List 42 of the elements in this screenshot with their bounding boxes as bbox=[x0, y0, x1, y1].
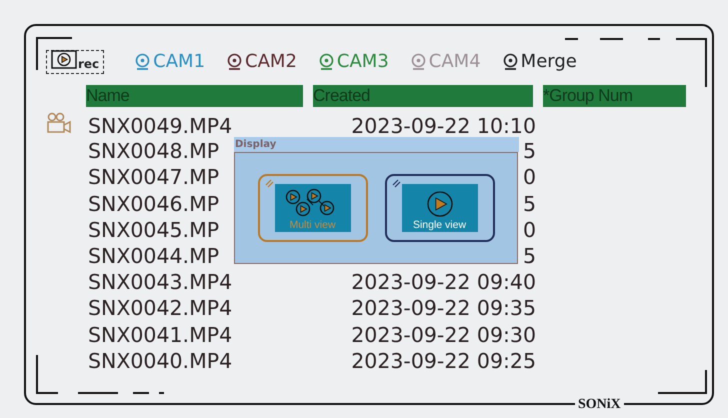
webcam-icon bbox=[502, 52, 519, 70]
video-play-icon bbox=[51, 50, 77, 70]
file-name: SNX0049.MP4 bbox=[88, 114, 232, 138]
column-header: Created bbox=[313, 85, 533, 107]
record-button[interactable]: rec bbox=[46, 50, 104, 74]
column-header: Name bbox=[86, 85, 303, 107]
file-name: SNX0043.MP4 bbox=[88, 270, 232, 294]
webcam-icon bbox=[318, 52, 335, 70]
created-time: 5 bbox=[522, 192, 536, 216]
camera-tab[interactable]: CAM1 bbox=[134, 50, 206, 74]
file-name: SNX0041.MP4 bbox=[88, 322, 232, 347]
created-time: 0 bbox=[522, 165, 536, 190]
camera-tab[interactable]: CAM2 bbox=[226, 50, 297, 74]
play-icon bbox=[424, 189, 454, 219]
camera-tab[interactable]: CAM4 bbox=[410, 50, 481, 74]
view-preview: Single view bbox=[402, 184, 478, 232]
created-time: 2023-09-22 09:30 bbox=[351, 322, 536, 347]
file-name: SNX0047.MP bbox=[88, 165, 220, 190]
created-time: 0 bbox=[522, 218, 536, 242]
dialog-title: Display bbox=[234, 137, 519, 152]
created-time: 5 bbox=[522, 139, 536, 164]
file-name: SNX0048.MP bbox=[88, 139, 220, 164]
file-name: SNX0042.MP4 bbox=[88, 296, 232, 320]
file-name: SNX0040.MP4 bbox=[88, 348, 232, 373]
column-header: *Group Num bbox=[543, 85, 686, 107]
corner-slash-icon bbox=[264, 179, 274, 188]
view-option-button[interactable]: Single view bbox=[384, 174, 494, 242]
camera-tab[interactable]: Merge bbox=[502, 50, 577, 74]
file-name: SNX0044.MP bbox=[88, 244, 220, 268]
created-time: 2023-09-22 09:25 bbox=[351, 348, 536, 373]
webcam-icon bbox=[134, 52, 152, 70]
camera-tab[interactable]: CAM3 bbox=[318, 50, 389, 74]
view-preview: Multi view bbox=[274, 184, 350, 232]
corner-slash-icon bbox=[392, 179, 400, 188]
file-name: SNX0046.MP bbox=[88, 192, 220, 216]
created-time: 2023-09-22 09:35 bbox=[351, 296, 536, 320]
created-time: 2023-09-22 10:10 bbox=[351, 114, 536, 138]
file-name: SNX0045.MP bbox=[88, 218, 220, 242]
created-time: 2023-09-22 09:40 bbox=[351, 270, 536, 294]
webcam-icon bbox=[226, 52, 244, 70]
webcam-icon bbox=[410, 52, 427, 70]
created-time: 5 bbox=[522, 244, 536, 268]
